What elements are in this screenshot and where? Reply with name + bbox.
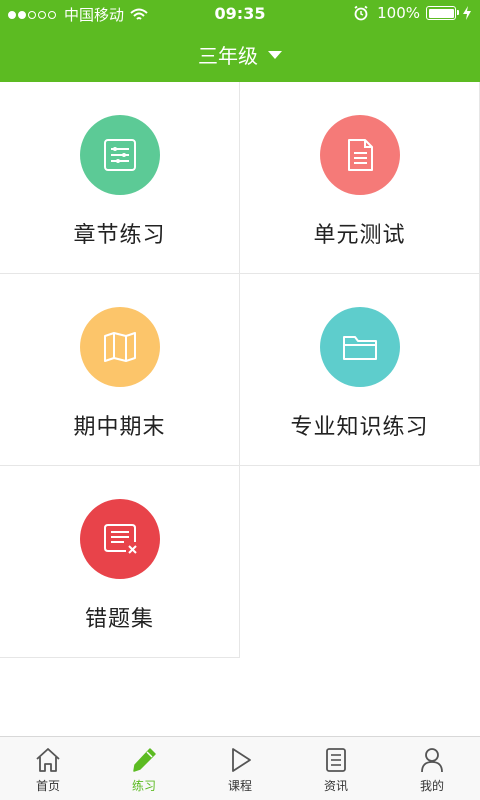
- tile-label: 期中期末: [73, 415, 166, 440]
- tab-label: 练习: [131, 779, 156, 793]
- tile-label: 错题集: [84, 607, 154, 632]
- play-icon: [232, 748, 251, 772]
- alarm-icon: [354, 5, 368, 21]
- mistake-collection-tile[interactable]: 错题集: [0, 466, 240, 658]
- tab-label: 我的: [419, 779, 444, 793]
- error-list-icon: [79, 499, 160, 579]
- tab-home[interactable]: 首页: [0, 737, 96, 800]
- home-icon: [36, 748, 60, 772]
- charging-icon: [463, 6, 471, 20]
- tab-label: 资讯: [323, 779, 348, 793]
- news-icon: [326, 748, 346, 772]
- professional-knowledge-tile[interactable]: 专业知识练习: [240, 274, 480, 466]
- tile-label: 专业知识练习: [290, 415, 429, 440]
- tile-label: 单元测试: [313, 223, 406, 248]
- status-bar: 中国移动 09:35 100%: [0, 0, 480, 28]
- status-right: 100%: [353, 4, 472, 22]
- midterm-final-tile[interactable]: 期中期末: [0, 274, 240, 466]
- user-icon: [421, 748, 443, 773]
- dropdown-arrow-icon: [268, 51, 282, 59]
- battery-icon: [426, 6, 459, 20]
- tab-label: 课程: [227, 779, 252, 793]
- document-icon: [319, 115, 400, 195]
- tile-label: 章节练习: [73, 223, 166, 248]
- unit-test-tile[interactable]: 单元测试: [240, 82, 480, 274]
- map-icon: [79, 307, 160, 387]
- battery-percent: 100%: [377, 4, 420, 22]
- chapter-practice-tile[interactable]: 章节练习: [0, 82, 240, 274]
- grade-label: 三年级: [198, 43, 258, 68]
- grade-selector[interactable]: 三年级: [0, 38, 480, 70]
- tab-courses[interactable]: 课程: [192, 737, 288, 800]
- app-header: 中国移动 09:35 100% 三年级: [0, 0, 480, 82]
- folder-icon: [319, 307, 400, 387]
- bottom-tab-bar: 首页 练习 课程 资讯 我的: [0, 736, 480, 800]
- tab-news[interactable]: 资讯: [288, 737, 384, 800]
- tab-practice[interactable]: 练习: [96, 737, 192, 800]
- tab-label: 首页: [35, 779, 60, 793]
- pencil-icon: [133, 748, 156, 772]
- list-sliders-icon: [79, 115, 160, 195]
- tab-me[interactable]: 我的: [384, 737, 480, 800]
